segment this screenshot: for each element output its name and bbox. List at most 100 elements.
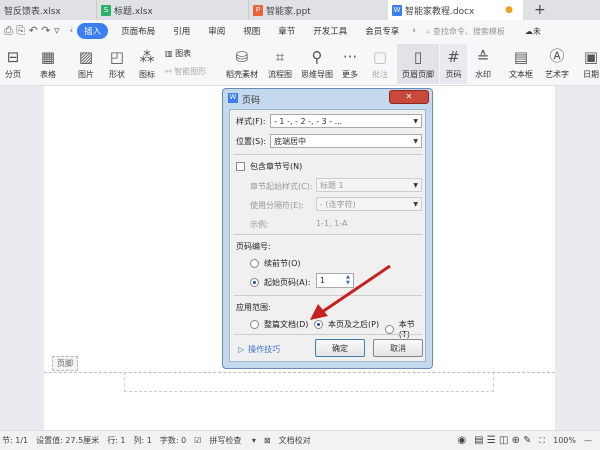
quick-access-icons[interactable]: ⎙ ⎘ ↶ ↷ ▿ (4, 24, 60, 38)
watermark-button[interactable]: ≙ 水印 (470, 44, 496, 84)
wordart-button[interactable]: Ⓐ 艺术字 (542, 44, 572, 84)
picture-button[interactable]: ▨ 图片 (72, 44, 100, 84)
include-chapter-checkbox[interactable]: 包含章节号(N) (236, 161, 302, 172)
cloud-label: 未 (532, 26, 541, 36)
tab-ppt[interactable]: P 智能家.ppt (248, 0, 383, 20)
cancel-button[interactable]: 取消 (373, 339, 423, 357)
check-icon: ☑ (194, 436, 202, 445)
comment-button[interactable]: ▢ 批注 (369, 44, 391, 84)
header-footer-icon: ▯ (413, 48, 423, 66)
radio-label: 续前节(O) (264, 259, 301, 268)
footer-area[interactable] (124, 372, 494, 392)
mindmap-button[interactable]: ⚲ 思维导图 (297, 44, 337, 84)
table-icon: ▦ (40, 48, 56, 66)
example-value: 1-1, 1-A (316, 219, 348, 228)
unsaved-dot-icon: ● (505, 5, 513, 15)
scroll-right-icon[interactable]: › (412, 26, 416, 36)
command-search[interactable]: ⌕ 查找命令、搜索模板 (426, 26, 505, 37)
style-select[interactable]: - 1 -, - 2 -, - 3 - ... (270, 114, 422, 128)
menu-review[interactable]: 审阅 (208, 25, 225, 37)
header-footer-button[interactable]: ▯ 页眉页脚 (397, 44, 439, 84)
radio-icon (250, 259, 259, 268)
label: 页码 (445, 70, 462, 79)
menu-chapter[interactable]: 章节 (278, 25, 295, 37)
view-icons[interactable]: ▤ ☰ ◫ ⊕ ✎ (474, 435, 531, 446)
table-button[interactable]: ▦ 表格 (34, 44, 62, 84)
scroll-left-icon[interactable]: ‹ (70, 26, 74, 36)
menu-references[interactable]: 引用 (173, 25, 190, 37)
menu-member[interactable]: 会员专享 (365, 25, 399, 37)
tips-link[interactable]: ▷ 操作技巧 (238, 344, 280, 355)
continue-radio[interactable]: 续前节(O) (250, 258, 301, 269)
status-col: 列: 1 (133, 436, 152, 445)
tab-docx[interactable]: W 智能家教程.docx ● (388, 0, 523, 20)
menu-insert[interactable]: 插入 (77, 23, 109, 39)
status-setting: 设置值: 27.5厘米 (36, 436, 100, 445)
smart-graphic-button[interactable]: ⚯ 智能图形 (165, 66, 206, 77)
position-select[interactable]: 底端居中 (270, 134, 422, 148)
material-icon: ⛁ (235, 48, 249, 66)
date-button[interactable]: ▣ 日期 (578, 44, 600, 84)
cloud-button[interactable]: ☁未 (525, 26, 541, 37)
zoom-out-icon[interactable]: — (584, 436, 592, 445)
wps-icon: W (228, 93, 238, 103)
label: 思维导图 (301, 70, 333, 79)
label: 智能图形 (174, 67, 207, 76)
label: 更多 (342, 70, 358, 79)
label: 文本框 (509, 70, 533, 79)
close-button[interactable]: ✕ (389, 90, 429, 104)
tips-label: 操作技巧 (248, 345, 281, 354)
sheet-icon: S (101, 4, 111, 16)
eye-icon[interactable]: ◉ (457, 435, 466, 446)
label: 表格 (40, 70, 56, 79)
separator-select[interactable]: - (连字符) (316, 197, 422, 211)
shape-button[interactable]: ◰ 形状 (104, 44, 130, 84)
label: 图标 (139, 70, 155, 79)
textbox-button[interactable]: ▤ 文本框 (506, 44, 536, 84)
status-bar: 节: 1/1 设置值: 27.5厘米 行: 1 列: 1 字数: 0 ☑ 拼写检查… (0, 430, 600, 450)
status-words[interactable]: 字数: 0 (160, 435, 186, 446)
chart-button[interactable]: ▥ 图表 (165, 48, 191, 59)
fit-icon[interactable]: ⛶ (540, 436, 546, 446)
page-number-button[interactable]: # 页码 (440, 44, 467, 84)
page-break-icon: ⊟ (6, 48, 20, 66)
tab-label: 标题.xlsx (114, 6, 153, 17)
ok-button[interactable]: 确定 (315, 339, 365, 357)
label: 文档校对 (278, 436, 311, 445)
radio-icon (250, 320, 259, 329)
numbering-title: 页码编号: (236, 242, 271, 251)
menu-developer[interactable]: 开发工具 (313, 25, 347, 37)
more-button[interactable]: ··· 更多 (337, 44, 363, 84)
new-tab-button[interactable]: + (530, 0, 546, 20)
label: 页眉页脚 (402, 70, 434, 79)
smart-graphic-icon: ⚯ (165, 67, 175, 76)
checkbox-label: 包含章节号(N) (250, 162, 303, 171)
word-icon: W (392, 4, 402, 16)
picture-icon: ▨ (78, 48, 94, 66)
chapter-style-select[interactable]: 标题 1 (316, 178, 422, 192)
menu-view[interactable]: 视图 (243, 25, 260, 37)
zoom-level[interactable]: 100% (553, 436, 576, 445)
spell-check-button[interactable]: ☑ 拼写检查 ▾ (194, 435, 256, 446)
icon-button[interactable]: ⁂ 图标 (134, 44, 160, 84)
menu-page-layout[interactable]: 页面布局 (121, 25, 155, 37)
scope-title: 应用范围: (236, 303, 271, 312)
chart-icon: ▥ (165, 49, 176, 58)
label: 图片 (78, 70, 94, 79)
page-break-button[interactable]: ⊟ 分页 (0, 44, 26, 84)
mindmap-icon: ⚲ (311, 48, 323, 66)
tab-title-xlsx[interactable]: S 标题.xlsx (96, 0, 236, 20)
ppt-icon: P (253, 4, 263, 16)
calendar-icon: ▣ (583, 48, 599, 66)
watermark-icon: ≙ (476, 48, 490, 66)
label: 流程图 (268, 70, 292, 79)
page-number-icon: # (447, 48, 460, 66)
label: 日期 (583, 70, 599, 79)
proofread-button[interactable]: ⊠ 文档校对 (264, 435, 319, 446)
chapter-style-label: 章节起始样式(C): (250, 182, 313, 191)
search-icon: ⌕ (425, 26, 433, 36)
comment-icon: ▢ (372, 48, 388, 66)
radio-label: 本节(T) (398, 320, 415, 339)
flowchart-button[interactable]: ⌗ 流程图 (263, 44, 297, 84)
docer-material-button[interactable]: ⛁ 稻壳素材 (222, 44, 262, 84)
